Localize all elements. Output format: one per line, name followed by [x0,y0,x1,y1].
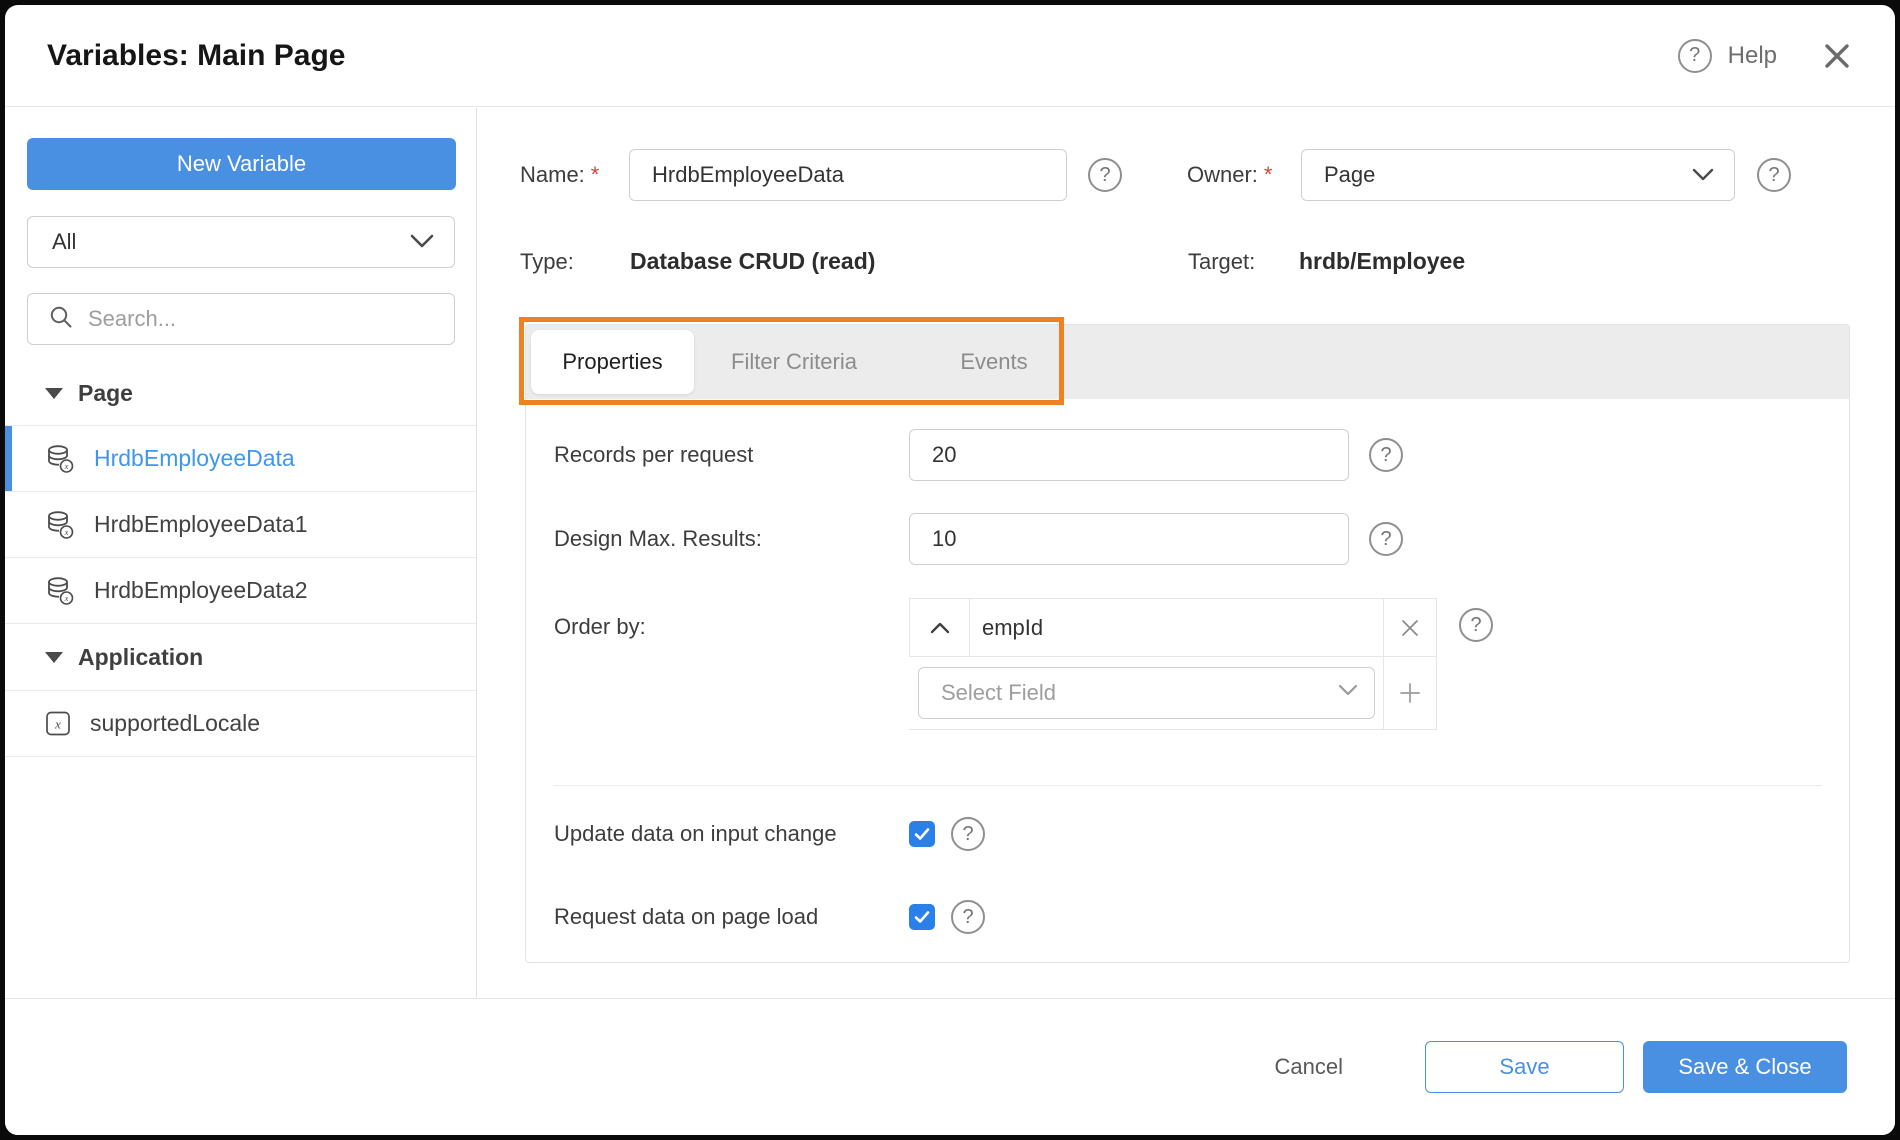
database-variable-icon: x [45,509,76,540]
section-label: Page [78,379,133,406]
order-by-field[interactable]: empId [969,598,1383,657]
update-data-row: Update data on input change ? [554,808,1849,860]
design-max-results-input[interactable] [909,513,1349,565]
plus-icon [1400,683,1420,703]
collapse-triangle-icon [45,387,63,399]
variable-name: HrdbEmployeeData [94,445,295,471]
variable-name: HrdbEmployeeData1 [94,511,308,537]
collapse-triangle-icon [45,651,63,663]
dialog-footer: Cancel Save Save & Close [5,998,1895,1135]
name-label: Name: * [520,162,600,187]
variables-dialog: Variables: Main Page ? Help New Variable… [5,5,1895,1135]
panel-divider [553,785,1822,786]
type-value: Database CRUD (read) [630,248,876,274]
design-max-results-row: Design Max. Results: ? [554,513,1849,565]
sort-ascending-toggle[interactable] [909,598,969,657]
chevron-down-icon [1338,684,1358,702]
design-max-results-label: Design Max. Results: [554,526,762,551]
owner-help-icon[interactable]: ? [1757,158,1791,192]
type-label: Type: [520,249,574,274]
screenshot-stage: Variables: Main Page ? Help New Variable… [0,0,1900,1140]
records-per-request-label: Records per request [554,442,754,467]
dialog-header: Variables: Main Page ? Help [5,5,1895,107]
svg-text:x: x [64,527,69,537]
target-value: hrdb/Employee [1299,248,1466,274]
check-icon [914,911,930,923]
select-field-placeholder: Select Field [941,679,1056,705]
help-icon[interactable]: ? [1677,38,1712,73]
order-by-row: Order by: empId Select Field ? [554,598,1849,730]
variable-filter-select[interactable]: All [27,216,455,268]
check-icon [914,828,930,840]
header-actions: ? Help [1677,38,1853,73]
properties-tab-content: Records per request ? Design Max. Result… [526,399,1849,943]
cancel-button[interactable]: Cancel [1275,1041,1343,1093]
target-label: Target: [1188,249,1256,274]
database-variable-icon: x [45,443,76,474]
owner-select[interactable]: Page [1301,149,1735,201]
sidebar-section-application[interactable]: Application [5,624,476,690]
order-by-help-icon[interactable]: ? [1459,608,1493,642]
update-data-checkbox[interactable] [909,821,935,847]
help-link[interactable]: Help [1728,42,1777,70]
variable-search [27,293,455,345]
variable-name: HrdbEmployeeData2 [94,577,308,603]
update-data-label: Update data on input change [554,821,837,846]
variables-sidebar: New Variable All Page [5,108,477,998]
owner-value: Page [1324,162,1376,187]
tab-strip: Properties Filter Criteria Events [526,325,1849,399]
update-data-help-icon[interactable]: ? [951,817,985,851]
required-asterisk: * [590,162,600,187]
save-and-close-button[interactable]: Save & Close [1643,1041,1847,1093]
svg-text:x: x [64,593,69,603]
new-variable-button[interactable]: New Variable [27,138,456,190]
records-per-request-input[interactable] [909,429,1349,481]
remove-order-field-button[interactable] [1383,598,1437,657]
sidebar-section-page[interactable]: Page [5,361,476,425]
tab-properties[interactable]: Properties [531,330,694,394]
sidebar-item-hrdbemployeedata1[interactable]: x HrdbEmployeeData1 [5,492,476,558]
owner-label: Owner: * [1187,162,1273,187]
request-data-row: Request data on page load ? [554,891,1849,943]
application-variable-list: x supportedLocale [5,690,476,757]
order-by-label: Order by: [554,614,646,639]
order-by-add-cell: Select Field [909,657,1383,730]
static-variable-icon: x [45,710,72,737]
variable-config-panel: Properties Filter Criteria Events Record… [519,317,1850,963]
search-icon [48,304,74,335]
page-title: Variables: Main Page [47,38,346,72]
name-help-icon[interactable]: ? [1088,158,1122,192]
name-input[interactable] [629,149,1067,201]
request-data-help-icon[interactable]: ? [951,900,985,934]
tab-events[interactable]: Events [894,349,1094,375]
section-label: Application [78,643,204,670]
records-help-icon[interactable]: ? [1369,438,1403,472]
chevron-down-icon [410,229,434,255]
add-order-field-button[interactable] [1383,657,1437,730]
sidebar-item-supportedlocale[interactable]: x supportedLocale [5,691,476,757]
required-asterisk: * [1263,162,1273,187]
close-icon[interactable] [1821,40,1853,72]
save-button[interactable]: Save [1425,1041,1624,1093]
request-data-checkbox[interactable] [909,904,935,930]
variable-filter-value: All [52,229,77,254]
records-per-request-row: Records per request ? [554,429,1849,481]
select-field-dropdown[interactable]: Select Field [918,666,1375,719]
svg-text:x: x [64,461,69,471]
request-data-label: Request data on page load [554,904,819,929]
design-max-help-icon[interactable]: ? [1369,522,1403,556]
remove-x-icon [1402,619,1418,636]
search-input[interactable] [88,306,438,332]
sidebar-item-hrdbemployeedata[interactable]: x HrdbEmployeeData [5,426,476,492]
variable-name: supportedLocale [90,710,261,736]
database-variable-icon: x [45,575,76,606]
chevron-down-icon [1692,162,1714,188]
page-variable-list: x HrdbEmployeeData x HrdbEmployeeData1 x… [5,425,476,624]
svg-text:x: x [54,717,61,732]
sidebar-item-hrdbemployeedata2[interactable]: x HrdbEmployeeData2 [5,558,476,624]
variable-detail-pane: Name:* ? Owner:* Page ? Type: Database C… [478,108,1895,998]
order-by-table: empId Select Field [909,598,1437,730]
tab-filter-criteria[interactable]: Filter Criteria [694,349,894,375]
chevron-up-icon [930,622,949,634]
